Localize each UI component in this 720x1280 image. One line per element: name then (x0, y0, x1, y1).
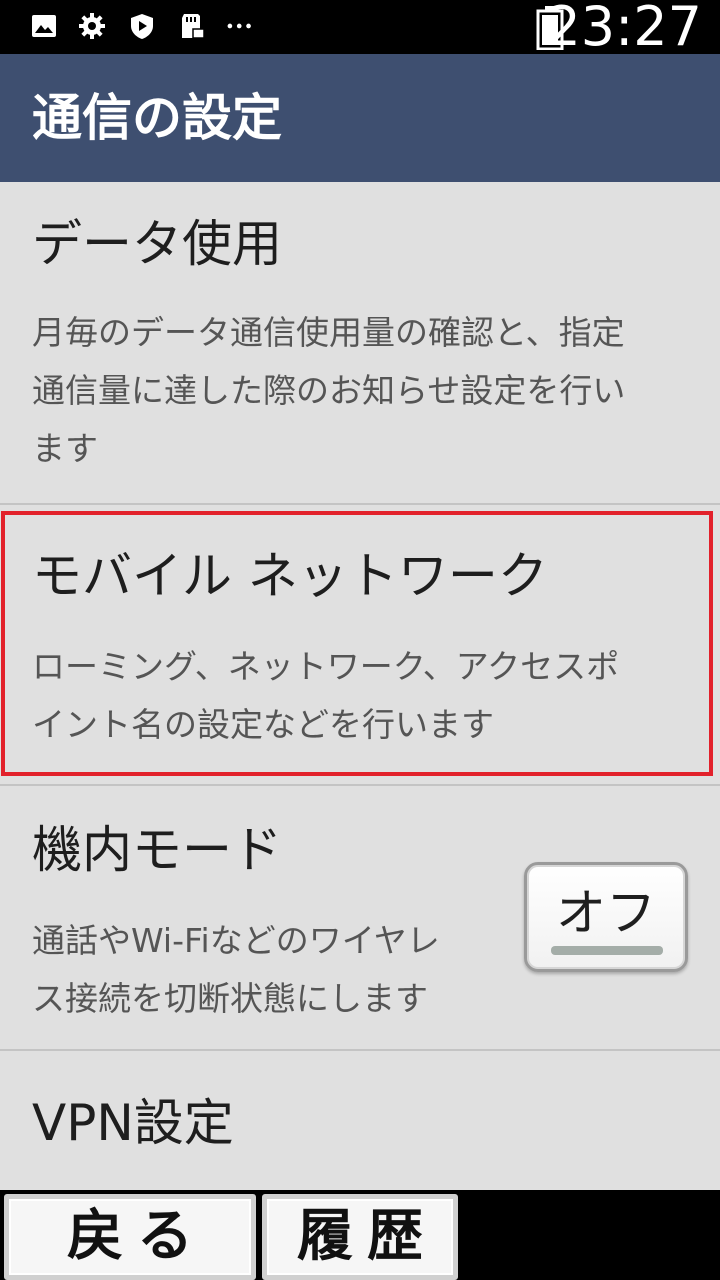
divider (0, 503, 720, 505)
settings-list: データ使用 月毎のデータ通信使用量の確認と、指定 通信量に達した際のお知らせ設定… (0, 182, 720, 1190)
gear-icon (79, 13, 105, 39)
setting-title: データ使用 (32, 215, 282, 273)
back-button[interactable]: 戻る (4, 1194, 256, 1280)
toggle-label: オフ (556, 884, 656, 942)
bottom-nav: 戻る 履歴 (0, 1190, 720, 1280)
toggle-indicator (551, 946, 663, 955)
more-dots-icon (227, 23, 251, 29)
history-button[interactable]: 履歴 (262, 1194, 458, 1280)
image-icon (32, 15, 56, 37)
setting-description: 通話やWi-Fiなどのワイヤレ ス接続を切断状態にします (32, 921, 440, 1018)
status-bar: 23:27 (0, 0, 720, 58)
back-button-label: 戻る (67, 1204, 207, 1269)
header-bar: 通信の設定 (0, 54, 720, 182)
airplane-mode-toggle[interactable]: オフ (524, 862, 688, 972)
clock-time: 23:27 (546, 0, 702, 58)
setting-title: 機内モード (32, 821, 282, 879)
setting-vpn[interactable]: VPN設定 (0, 1051, 720, 1190)
setting-description: 月毎のデータ通信使用量の確認と、指定 通信量に達した際のお知らせ設定を行い ます (32, 313, 626, 468)
page-title: 通信の設定 (32, 89, 282, 147)
setting-title: VPN設定 (32, 1094, 234, 1152)
play-shield-icon (131, 14, 153, 39)
setting-data-usage[interactable]: データ使用 月毎のデータ通信使用量の確認と、指定 通信量に達した際のお知らせ設定… (0, 182, 720, 504)
history-button-label: 履歴 (297, 1204, 437, 1269)
sd-card-lock-icon (182, 14, 205, 39)
selection-highlight (1, 511, 713, 776)
